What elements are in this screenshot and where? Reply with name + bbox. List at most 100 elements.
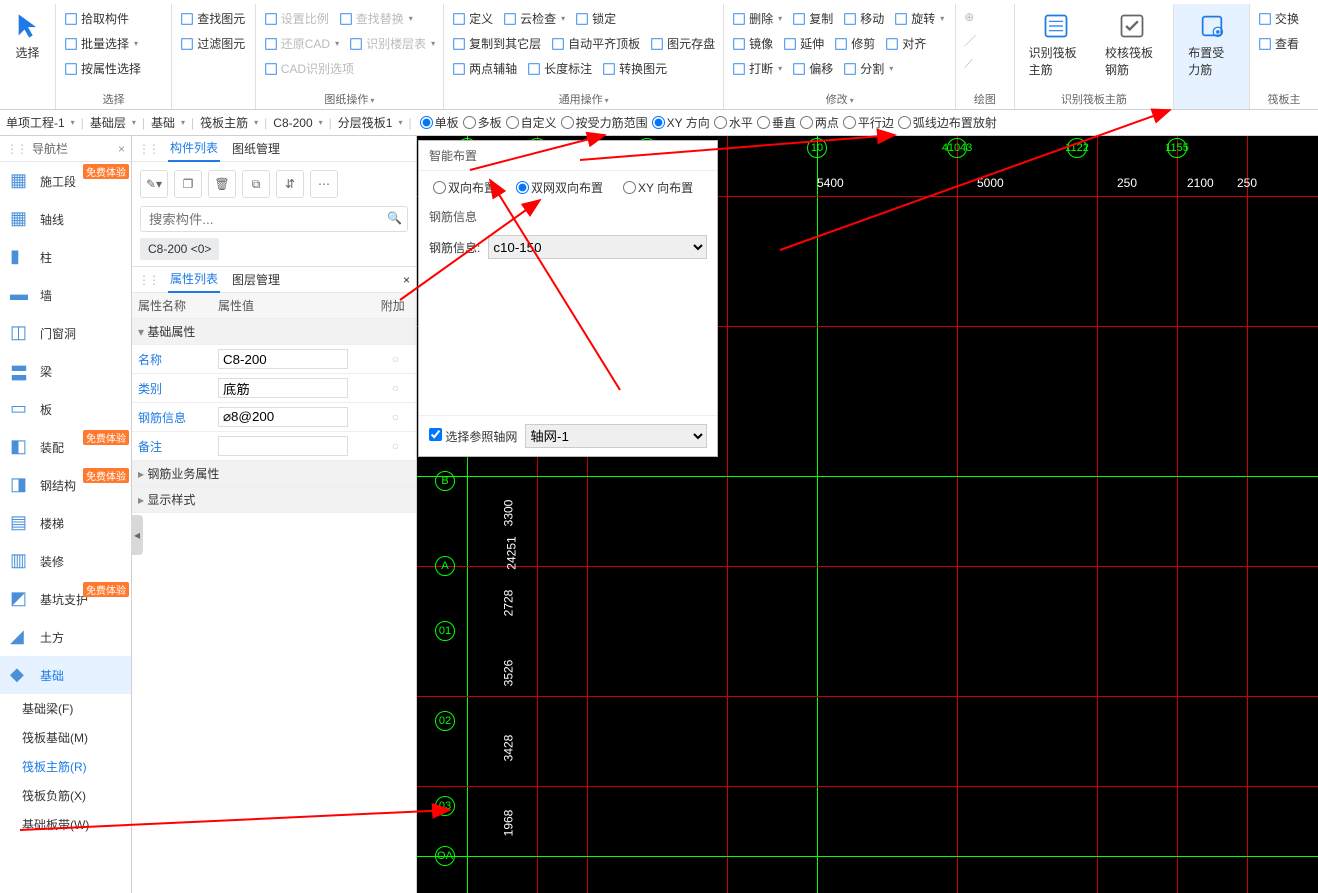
tab-component-list[interactable]: 构件列表 — [168, 135, 220, 162]
sort-button[interactable]: ⇵ — [276, 170, 304, 198]
nav-item[interactable]: ▦施工段免费体验 — [0, 162, 131, 200]
nav-subitem[interactable]: 筏板主筋(R) — [0, 752, 131, 781]
ribbon-btn[interactable]: 删除▾ — [730, 8, 784, 29]
draw-line-button[interactable]: ／ — [962, 30, 1007, 51]
ribbon-btn[interactable]: 识别楼层表▾ — [347, 33, 437, 54]
nav-item[interactable]: ▬墙 — [0, 276, 131, 314]
more-button[interactable]: ⋯ — [310, 170, 338, 198]
floor-select[interactable]: 基础层▾ — [88, 112, 138, 134]
filter-radio[interactable]: 弧线边布置放射 — [898, 114, 997, 131]
new-button[interactable]: ✎▾ — [140, 170, 168, 198]
ribbon-btn[interactable]: CAD识别选项 — [262, 58, 356, 79]
nav-close-icon[interactable]: × — [118, 142, 125, 156]
ribbon-btn[interactable]: 修剪 — [832, 33, 877, 54]
nav-item[interactable]: ◧装配免费体验 — [0, 428, 131, 466]
ribbon-btn[interactable]: 拾取构件 — [62, 8, 131, 29]
prop-value-input[interactable] — [218, 436, 348, 456]
prop-value-input[interactable] — [218, 407, 348, 427]
delete-button[interactable]: 🗑 — [208, 170, 236, 198]
ribbon-btn[interactable]: 旋转▾ — [892, 8, 946, 29]
ribbon-btn[interactable]: 交换 — [1256, 8, 1301, 29]
select-tool-button[interactable]: 选择 — [6, 8, 49, 65]
tab-layer-manage[interactable]: 图层管理 — [230, 267, 282, 292]
nav-subitem[interactable]: 基础板带(W) — [0, 810, 131, 839]
layer-select[interactable]: 分层筏板1▾ — [336, 112, 405, 134]
popup-option[interactable]: XY 向布置 — [623, 179, 693, 196]
filter-radio[interactable]: 水平 — [714, 114, 753, 131]
prop-value-input[interactable] — [218, 378, 348, 398]
type-select[interactable]: 筏板主筋▾ — [198, 112, 260, 134]
search-input[interactable] — [140, 206, 408, 232]
popup-option[interactable]: 双向布置 — [433, 179, 496, 196]
axis-ref-checkbox[interactable]: 选择参照轴网 — [429, 428, 517, 445]
component-item[interactable]: C8-200 <0> — [140, 238, 219, 260]
ribbon-btn[interactable]: 长度标注 — [525, 58, 594, 79]
axis-select[interactable]: 轴网-1 — [525, 424, 707, 448]
ribbon-btn[interactable]: 转换图元 — [600, 58, 669, 79]
ribbon-btn[interactable]: 延伸 — [781, 33, 826, 54]
filter-radio[interactable]: 两点 — [800, 114, 839, 131]
ribbon-btn[interactable]: 云检查▾ — [501, 8, 567, 29]
search-icon[interactable]: 🔍 — [387, 211, 402, 225]
recognize-rebar-button[interactable]: 识别筏板主筋 — [1021, 8, 1091, 82]
ribbon-btn[interactable]: 还原CAD▾ — [262, 33, 341, 54]
ribbon-btn[interactable]: 过滤图元 — [178, 33, 247, 54]
verify-rebar-button[interactable]: 校核筏板钢筋 — [1097, 8, 1167, 82]
tab-drawing-manage[interactable]: 图纸管理 — [230, 136, 282, 161]
draw-point-button[interactable]: ⊕ — [962, 8, 1007, 26]
nav-item[interactable]: ◩基坑支护免费体验 — [0, 580, 131, 618]
filter-radio[interactable]: 垂直 — [757, 114, 796, 131]
filter-radio[interactable]: 平行边 — [843, 114, 894, 131]
ribbon-btn[interactable]: 查看 — [1256, 33, 1301, 54]
ribbon-btn[interactable]: 复制 — [790, 8, 835, 29]
ribbon-btn[interactable]: 镜像 — [730, 33, 775, 54]
nav-item[interactable]: ◨钢结构免费体验 — [0, 466, 131, 504]
popup-option[interactable]: 双网双向布置 — [516, 179, 603, 196]
nav-item[interactable]: ▮柱 — [0, 238, 131, 276]
draw-rect-button[interactable]: ⟋ — [962, 55, 1007, 74]
nav-subitem[interactable]: 筏板负筋(X) — [0, 781, 131, 810]
nav-item[interactable]: ◢土方 — [0, 618, 131, 656]
filter-radio[interactable]: 单板 — [420, 114, 459, 131]
nav-subitem[interactable]: 筏板基础(M) — [0, 723, 131, 752]
project-select[interactable]: 单项工程-1▾ — [4, 112, 77, 134]
ribbon-btn[interactable]: 两点辅轴 — [450, 58, 519, 79]
filter-radio[interactable]: 多板 — [463, 114, 502, 131]
nav-item[interactable]: ◆基础 — [0, 656, 131, 694]
rebar-info-select[interactable]: c10-150 — [488, 235, 707, 259]
ribbon-btn[interactable]: 查找图元 — [178, 8, 247, 29]
ribbon-btn[interactable]: 对齐 — [883, 33, 928, 54]
copy-button[interactable]: ❐ — [174, 170, 202, 198]
tab-properties[interactable]: 属性列表 — [168, 266, 220, 293]
spec-select[interactable]: C8-200▾ — [271, 112, 324, 134]
ribbon-btn[interactable]: 复制到其它层 — [450, 33, 543, 54]
prop-value-input[interactable] — [218, 349, 348, 369]
filter-radio[interactable]: 按受力筋范围 — [561, 114, 648, 131]
ribbon-btn[interactable]: 按属性选择 — [62, 58, 143, 79]
nav-item[interactable]: ▦轴线 — [0, 200, 131, 238]
nav-item[interactable]: ▭板 — [0, 390, 131, 428]
ribbon-btn[interactable]: 移动 — [841, 8, 886, 29]
category-select[interactable]: 基础▾ — [149, 112, 187, 134]
ribbon-btn[interactable]: 设置比例 — [262, 8, 331, 29]
nav-item[interactable]: 〓梁 — [0, 352, 131, 390]
ribbon-btn[interactable]: 定义 — [450, 8, 495, 29]
ribbon-btn[interactable]: 锁定 — [573, 8, 618, 29]
ribbon-btn[interactable]: 打断▾ — [730, 58, 784, 79]
arrange-rebar-button[interactable]: 布置受力筋 — [1180, 8, 1243, 82]
ribbon-btn[interactable]: 自动平齐顶板 — [549, 33, 642, 54]
nav-item[interactable]: ▥装修 — [0, 542, 131, 580]
filter-radio[interactable]: 自定义 — [506, 114, 557, 131]
ribbon-btn[interactable]: 查找替换▾ — [337, 8, 415, 29]
prop-close-icon[interactable]: × — [403, 273, 410, 287]
collapse-handle[interactable]: ◂ — [131, 515, 143, 555]
nav-subitem[interactable]: 基础梁(F) — [0, 694, 131, 723]
nav-item[interactable]: ▤楼梯 — [0, 504, 131, 542]
ribbon-btn[interactable]: 偏移 — [790, 58, 835, 79]
ribbon-btn[interactable]: 分割▾ — [841, 58, 895, 79]
ribbon-btn[interactable]: 批量选择▾ — [62, 33, 140, 54]
dup-button[interactable]: ⧉ — [242, 170, 270, 198]
nav-item[interactable]: ◫门窗洞 — [0, 314, 131, 352]
ribbon-btn[interactable]: 图元存盘 — [648, 33, 717, 54]
filter-radio[interactable]: XY 方向 — [652, 114, 710, 131]
